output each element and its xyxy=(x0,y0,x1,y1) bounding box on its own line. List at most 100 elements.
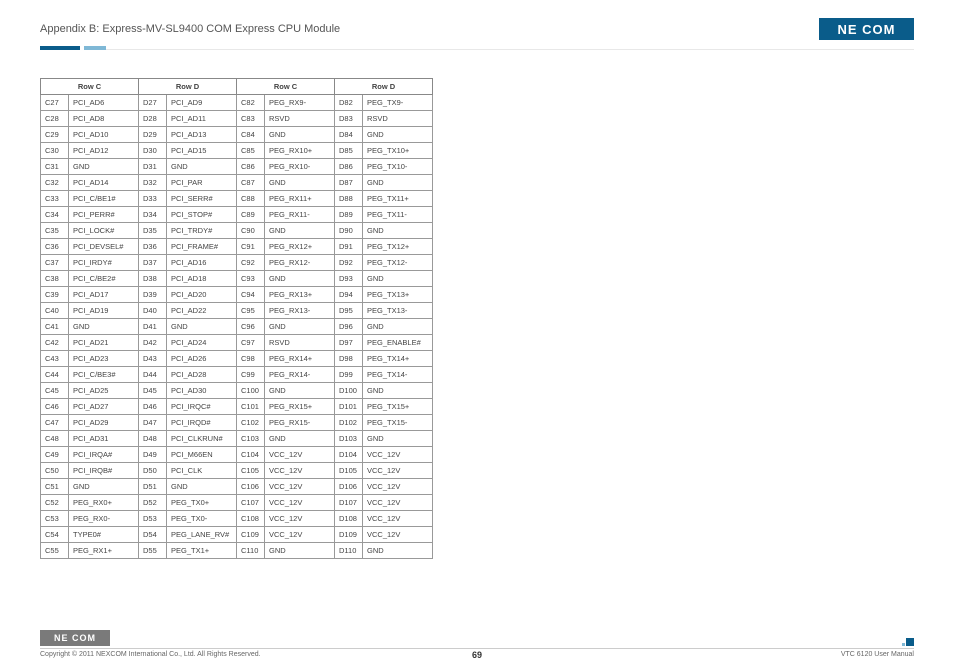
pin-cell: D37 xyxy=(139,255,167,271)
pin-cell: C52 xyxy=(41,495,69,511)
pin-cell: D110 xyxy=(335,543,363,559)
pin-cell: D47 xyxy=(139,415,167,431)
signal-cell: RSVD xyxy=(363,111,433,127)
signal-cell: VCC_12V xyxy=(265,447,335,463)
signal-cell: GND xyxy=(363,223,433,239)
signal-cell: VCC_12V xyxy=(265,511,335,527)
pin-cell: D91 xyxy=(335,239,363,255)
signal-cell: VCC_12V xyxy=(265,479,335,495)
table-row: C40PCI_AD19D40PCI_AD22C95PEG_RX13-D95PEG… xyxy=(41,303,433,319)
table-row: C50PCI_IRQB#D50PCI_CLKC105VCC_12VD105VCC… xyxy=(41,463,433,479)
pin-cell: D101 xyxy=(335,399,363,415)
pin-cell: D45 xyxy=(139,383,167,399)
table-row: C37PCI_IRDY#D37PCI_AD16C92PEG_RX12-D92PE… xyxy=(41,255,433,271)
pin-cell: C37 xyxy=(41,255,69,271)
pin-cell: C90 xyxy=(237,223,265,239)
pin-cell: C49 xyxy=(41,447,69,463)
signal-cell: VCC_12V xyxy=(363,463,433,479)
col-header-row-c-2: Row C xyxy=(237,79,335,95)
signal-cell: PEG_LANE_RV# xyxy=(167,527,237,543)
pin-cell: C45 xyxy=(41,383,69,399)
pin-cell: C102 xyxy=(237,415,265,431)
signal-cell: PEG_TX12+ xyxy=(363,239,433,255)
pin-cell: D102 xyxy=(335,415,363,431)
col-header-row-d-1: Row D xyxy=(139,79,237,95)
table-row: C42PCI_AD21D42PCI_AD24C97RSVDD97PEG_ENAB… xyxy=(41,335,433,351)
signal-cell: PEG_RX13+ xyxy=(265,287,335,303)
signal-cell: PCI_IRQD# xyxy=(167,415,237,431)
signal-cell: PEG_RX0+ xyxy=(69,495,139,511)
signal-cell: PCI_FRAME# xyxy=(167,239,237,255)
signal-cell: PEG_RX12- xyxy=(265,255,335,271)
pin-cell: D33 xyxy=(139,191,167,207)
signal-cell: PCI_STOP# xyxy=(167,207,237,223)
signal-cell: VCC_12V xyxy=(265,463,335,479)
signal-cell: GND xyxy=(265,175,335,191)
signal-cell: PCI_AD31 xyxy=(69,431,139,447)
signal-cell: PEG_RX12+ xyxy=(265,239,335,255)
signal-cell: PCI_LOCK# xyxy=(69,223,139,239)
signal-cell: PCI_AD23 xyxy=(69,351,139,367)
signal-cell: PEG_TX10- xyxy=(363,159,433,175)
pin-cell: D90 xyxy=(335,223,363,239)
pin-cell: D27 xyxy=(139,95,167,111)
pin-cell: D48 xyxy=(139,431,167,447)
signal-cell: PCI_C/BE3# xyxy=(69,367,139,383)
signal-cell: PCI_AD21 xyxy=(69,335,139,351)
pin-cell: D96 xyxy=(335,319,363,335)
signal-cell: VCC_12V xyxy=(363,447,433,463)
pinout-table: Row C Row D Row C Row D C27PCI_AD6D27PCI… xyxy=(40,78,433,559)
pin-cell: D51 xyxy=(139,479,167,495)
signal-cell: PEG_TX11+ xyxy=(363,191,433,207)
signal-cell: PCI_AD29 xyxy=(69,415,139,431)
signal-cell: PCI_AD22 xyxy=(167,303,237,319)
table-row: C33PCI_C/BE1#D33PCI_SERR#C88PEG_RX11+D88… xyxy=(41,191,433,207)
signal-cell: PEG_TX9- xyxy=(363,95,433,111)
table-row: C30PCI_AD12D30PCI_AD15C85PEG_RX10+D85PEG… xyxy=(41,143,433,159)
table-row: C46PCI_AD27D46PCI_IRQC#C101PEG_RX15+D101… xyxy=(41,399,433,415)
pin-cell: D55 xyxy=(139,543,167,559)
signal-cell: PEG_TX1+ xyxy=(167,543,237,559)
signal-cell: RSVD xyxy=(265,335,335,351)
col-header-row-d-2: Row D xyxy=(335,79,433,95)
pin-cell: C105 xyxy=(237,463,265,479)
signal-cell: PCI_AD12 xyxy=(69,143,139,159)
pin-cell: C38 xyxy=(41,271,69,287)
signal-cell: PCI_AD30 xyxy=(167,383,237,399)
signal-cell: GND xyxy=(265,271,335,287)
signal-cell: VCC_12V xyxy=(265,495,335,511)
pin-cell: D30 xyxy=(139,143,167,159)
pin-cell: C95 xyxy=(237,303,265,319)
pin-cell: D35 xyxy=(139,223,167,239)
signal-cell: PCI_AD13 xyxy=(167,127,237,143)
pin-cell: C97 xyxy=(237,335,265,351)
signal-cell: GND xyxy=(265,223,335,239)
signal-cell: VCC_12V xyxy=(363,495,433,511)
pin-cell: D109 xyxy=(335,527,363,543)
signal-cell: PEG_TX12- xyxy=(363,255,433,271)
page-header: Appendix B: Express-MV-SL9400 COM Expres… xyxy=(40,18,914,40)
table-row: C43PCI_AD23D43PCI_AD26C98PEG_RX14+D98PEG… xyxy=(41,351,433,367)
pin-cell: D54 xyxy=(139,527,167,543)
signal-cell: VCC_12V xyxy=(265,527,335,543)
table-row: C53PEG_RX0-D53PEG_TX0-C108VCC_12VD108VCC… xyxy=(41,511,433,527)
table-row: C32PCI_AD14D32PCI_PARC87GNDD87GND xyxy=(41,175,433,191)
table-row: C54TYPE0#D54PEG_LANE_RV#C109VCC_12VD109V… xyxy=(41,527,433,543)
signal-cell: PCI_M66EN xyxy=(167,447,237,463)
pin-cell: D89 xyxy=(335,207,363,223)
pin-cell: C34 xyxy=(41,207,69,223)
doc-reference: VTC 6120 User Manual xyxy=(841,651,914,658)
pin-cell: C88 xyxy=(237,191,265,207)
table-row: C31GNDD31GNDC86PEG_RX10-D86PEG_TX10- xyxy=(41,159,433,175)
pin-cell: C109 xyxy=(237,527,265,543)
pin-cell: D108 xyxy=(335,511,363,527)
pin-cell: C44 xyxy=(41,367,69,383)
page-footer: NE COM Copyright © 2011 NEXCOM Internati… xyxy=(40,630,914,658)
col-header-row-c-1: Row C xyxy=(41,79,139,95)
pin-cell: D84 xyxy=(335,127,363,143)
pin-cell: D92 xyxy=(335,255,363,271)
pin-cell: C36 xyxy=(41,239,69,255)
signal-cell: TYPE0# xyxy=(69,527,139,543)
pin-cell: C55 xyxy=(41,543,69,559)
pin-cell: C28 xyxy=(41,111,69,127)
